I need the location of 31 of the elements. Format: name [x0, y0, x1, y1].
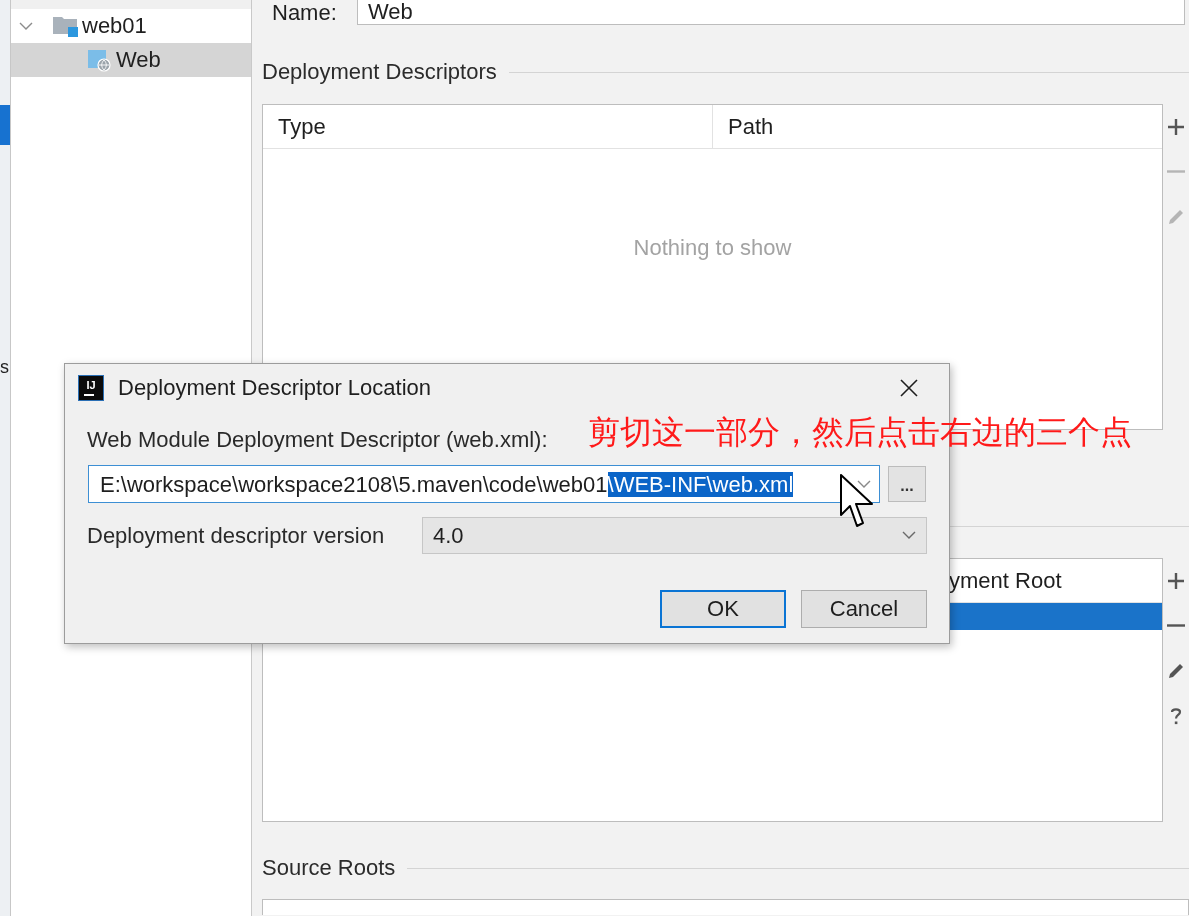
selected-item-marker[interactable]	[0, 105, 10, 145]
help-icon[interactable]	[1170, 706, 1182, 725]
column-header[interactable]: Path	[713, 105, 1162, 148]
annotation-text: 剪切这一部分，然后点击右边的三个点	[588, 413, 1132, 451]
add-icon[interactable]	[1167, 117, 1185, 136]
add-icon[interactable]	[1167, 571, 1185, 590]
tree-item[interactable]: web01	[11, 9, 251, 43]
tree-item[interactable]: Web	[11, 43, 251, 77]
descriptor-path-label: Web Module Deployment Descriptor (web.xml):	[87, 427, 548, 453]
name-label: Name:	[272, 0, 337, 25]
name-field[interactable]: Web	[357, 0, 1185, 25]
cancel-button[interactable]: Cancel	[801, 590, 927, 628]
ok-button[interactable]: OK	[660, 590, 786, 628]
empty-table-text: Nothing to show	[633, 235, 792, 261]
version-label: Deployment descriptor version	[87, 522, 385, 549]
pencil-icon[interactable]	[1167, 661, 1185, 680]
dropdown-chevron-icon	[857, 479, 871, 489]
app-logo: IJ	[78, 375, 104, 401]
web-module-icon	[88, 48, 112, 72]
descriptor-path-field[interactable]: E:\workspace\workspace2108\5.maven\code\web01\WEB-INF\web.xml	[88, 465, 880, 503]
section-title: Deployment Descriptors	[262, 59, 497, 85]
browse-button[interactable]: ...	[888, 466, 926, 502]
dialog-title: Deployment Descriptor Location	[118, 375, 432, 401]
folder-icon	[53, 15, 79, 37]
version-select[interactable]: 4.0	[422, 517, 927, 554]
side-list-item[interactable]: s	[0, 347, 10, 387]
mouse-cursor-icon	[840, 474, 874, 528]
column-header[interactable]: Type	[263, 105, 713, 148]
dropdown-chevron-icon	[902, 531, 916, 540]
close-icon[interactable]	[900, 379, 918, 397]
section-title: Source Roots	[262, 855, 396, 881]
